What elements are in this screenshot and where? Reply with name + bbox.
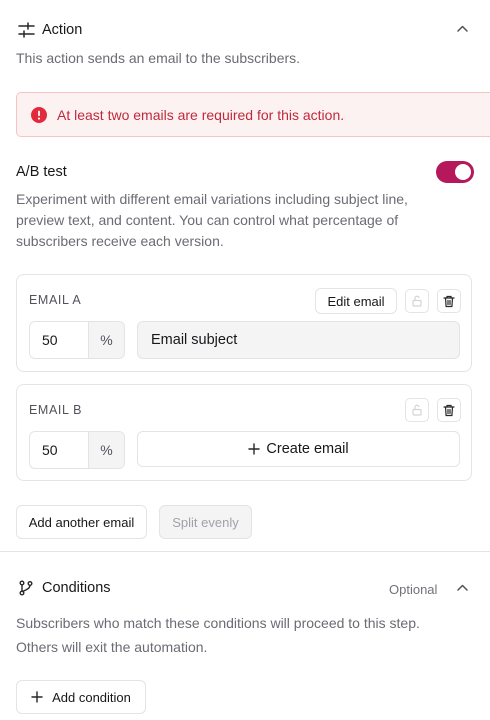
percent-unit: % bbox=[88, 432, 124, 468]
edit-email-button[interactable]: Edit email bbox=[315, 288, 397, 314]
ab-test-toggle[interactable] bbox=[436, 161, 474, 183]
ab-test-description-line: preview text, and content. You can contr… bbox=[16, 212, 399, 228]
add-condition-button[interactable]: Add condition bbox=[16, 680, 146, 714]
email-b-card: EMAIL B 50 % Create email bbox=[16, 384, 472, 481]
ab-test-description: Experiment with different email variatio… bbox=[16, 189, 408, 252]
percent-unit: % bbox=[88, 322, 124, 358]
trash-icon bbox=[443, 404, 455, 416]
lock-open-icon bbox=[412, 404, 422, 416]
toggle-knob bbox=[455, 164, 471, 180]
ab-test-description-line: subscribers receive each version. bbox=[16, 233, 224, 249]
conditions-title: Conditions bbox=[42, 580, 111, 596]
email-a-card: EMAIL A Edit email 50 % Email subject bbox=[16, 274, 472, 372]
optional-label: Optional bbox=[389, 582, 438, 597]
conditions-description-line: Others will exit the automation. bbox=[16, 639, 208, 655]
email-b-percent-value[interactable]: 50 bbox=[30, 432, 88, 468]
email-a-label: EMAIL A bbox=[29, 293, 82, 307]
sliders-icon bbox=[18, 22, 35, 38]
lock-button[interactable] bbox=[405, 289, 429, 313]
email-a-subject[interactable]: Email subject bbox=[137, 321, 460, 359]
git-branch-icon bbox=[18, 580, 34, 596]
add-condition-label: Add condition bbox=[52, 689, 131, 705]
delete-email-b-button[interactable] bbox=[437, 398, 461, 422]
ab-test-description-line: Experiment with different email variatio… bbox=[16, 191, 408, 207]
email-b-percent-input[interactable]: 50 % bbox=[29, 431, 125, 469]
conditions-description: Subscribers who match these conditions w… bbox=[16, 611, 420, 659]
email-a-percent-input[interactable]: 50 % bbox=[29, 321, 125, 359]
lock-open-icon bbox=[412, 295, 422, 307]
delete-email-a-button[interactable] bbox=[437, 289, 461, 313]
create-email-label: Create email bbox=[266, 441, 349, 457]
lock-button[interactable] bbox=[405, 398, 429, 422]
split-evenly-button[interactable]: Split evenly bbox=[159, 505, 252, 539]
section-divider bbox=[0, 551, 490, 552]
chevron-up-icon[interactable] bbox=[457, 584, 468, 591]
action-title: Action bbox=[42, 22, 83, 38]
plus-icon bbox=[248, 443, 261, 455]
plus-icon bbox=[31, 691, 43, 703]
error-message: At least two emails are required for thi… bbox=[57, 107, 345, 123]
ab-test-label: A/B test bbox=[16, 164, 67, 180]
create-email-button[interactable]: Create email bbox=[137, 431, 460, 467]
chevron-up-icon[interactable] bbox=[457, 25, 468, 32]
conditions-description-line: Subscribers who match these conditions w… bbox=[16, 615, 420, 631]
email-b-label: EMAIL B bbox=[29, 403, 83, 417]
error-banner: At least two emails are required for thi… bbox=[16, 92, 490, 137]
action-description: This action sends an email to the subscr… bbox=[16, 50, 301, 66]
add-another-email-button[interactable]: Add another email bbox=[16, 505, 147, 539]
email-a-percent-value[interactable]: 50 bbox=[30, 322, 88, 358]
trash-icon bbox=[443, 295, 455, 307]
alert-circle-icon bbox=[31, 107, 47, 123]
